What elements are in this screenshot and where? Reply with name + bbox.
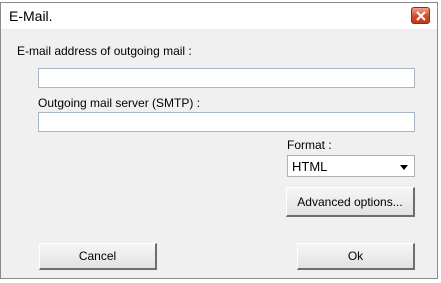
ok-button[interactable]: Ok — [297, 243, 415, 270]
cancel-button[interactable]: Cancel — [39, 243, 157, 270]
advanced-options-label: Advanced options... — [297, 194, 403, 209]
smtp-server-field[interactable] — [38, 112, 415, 132]
close-button[interactable] — [411, 7, 430, 24]
title-bar[interactable]: E-Mail. — [1, 3, 437, 29]
smtp-server-label: Outgoing mail server (SMTP) : — [38, 96, 201, 110]
cancel-label: Cancel — [78, 249, 117, 263]
sender-email-field[interactable] — [38, 68, 415, 88]
format-label: Format : — [287, 138, 332, 152]
email-dialog: E-Mail. E-mail address of outgoing mail … — [0, 2, 438, 279]
sender-email-label: E-mail address of outgoing mail : — [17, 44, 192, 58]
dialog-body: E-mail address of outgoing mail : Outgoi… — [9, 29, 429, 273]
format-selected-value: HTML — [292, 159, 328, 174]
window-title: E-Mail. — [9, 8, 53, 24]
close-icon — [416, 11, 426, 21]
ok-label: Ok — [347, 249, 364, 263]
chevron-down-icon — [400, 165, 408, 170]
format-select[interactable]: HTML — [287, 155, 415, 177]
advanced-options-button[interactable]: Advanced options... — [286, 187, 415, 217]
screen: E-Mail. E-mail address of outgoing mail … — [0, 0, 441, 283]
